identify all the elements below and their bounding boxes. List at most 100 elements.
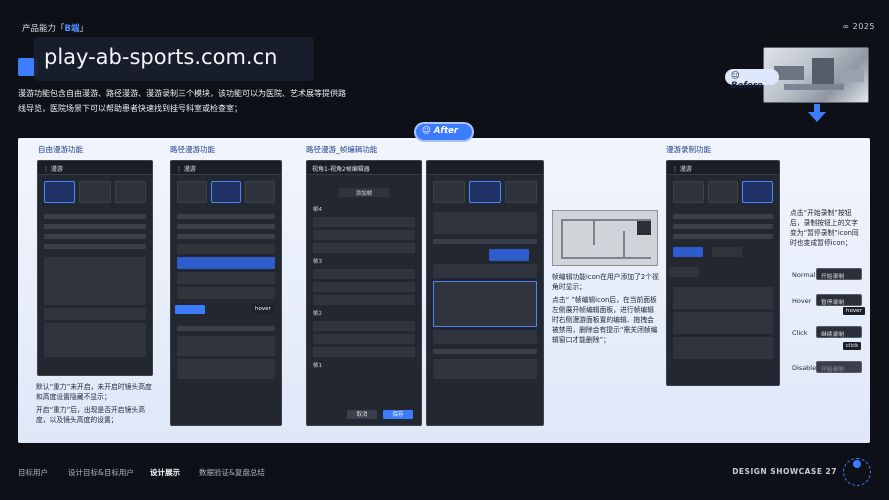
settings-row (44, 244, 146, 249)
stop-record-button[interactable] (712, 247, 743, 257)
record-item[interactable] (673, 337, 773, 359)
editor-actions: 取消 保存 (347, 410, 413, 419)
record-item[interactable] (673, 312, 773, 334)
record-button-click[interactable]: 继续录制 (816, 326, 862, 338)
section-label-prefix: 产品能力「 (22, 24, 65, 34)
tab-roam-record[interactable] (114, 181, 146, 203)
coord-x[interactable] (313, 269, 415, 279)
section-label: 产品能力「B端」 (22, 22, 88, 34)
coord-x[interactable] (313, 217, 415, 227)
settings-row (44, 214, 146, 219)
frame-editor-header: 视角1-视角2帧编辑器 (307, 161, 421, 175)
record-button-hover[interactable]: 暂停录制 (816, 294, 862, 306)
state-label-hover: Hover (792, 297, 812, 305)
coord-y[interactable] (313, 230, 415, 240)
coord-y[interactable] (313, 282, 415, 292)
view-item[interactable] (433, 330, 537, 344)
state-label-disable: Disable (792, 364, 817, 372)
record-panel-title: 漫游 (679, 166, 692, 173)
path-list-row (177, 326, 275, 331)
brand-logo: ∞ 2025 (842, 22, 875, 31)
state-label-normal: Normal (792, 271, 816, 279)
add-view-button[interactable] (175, 305, 205, 314)
keyboard-guide (44, 257, 146, 305)
settings-row (673, 234, 773, 239)
tab-roam-record[interactable] (245, 181, 275, 203)
import-record-button[interactable] (669, 267, 699, 277)
add-frame-button[interactable]: 添加帧 (339, 188, 389, 197)
path-roam-panel: ⋮ 漫游 (170, 160, 282, 426)
brand-year: 2025 (852, 22, 875, 31)
frame-editor-panel: 视角1-视角2帧编辑器 添加帧 帧4 帧3 帧2 帧1 取消 保存 (306, 160, 422, 426)
path-input[interactable] (177, 244, 275, 254)
hover-tooltip: hover (252, 305, 274, 313)
path-item[interactable] (177, 336, 275, 356)
hover-tooltip: hover (843, 307, 865, 315)
start-record-button[interactable] (673, 247, 703, 257)
tab-free-roam[interactable] (177, 181, 207, 203)
settings-row (44, 224, 146, 229)
path-roam-panel-header (427, 161, 543, 175)
path-roam-title: 路径漫游功能 (170, 145, 215, 154)
before-label: Before (731, 81, 763, 91)
view-item-selected[interactable] (177, 257, 275, 269)
map-preview (552, 210, 658, 266)
footer-tab[interactable]: 设计目标&目标用户 (68, 467, 134, 478)
add-frame-row: 添加帧 (307, 180, 421, 200)
free-roam-panel-header: ⋮ 漫游 (38, 161, 152, 175)
view-item[interactable] (177, 287, 275, 299)
path-roam-panel-header: ⋮ 漫游 (171, 161, 281, 175)
free-roam-panel-title: 漫游 (50, 166, 63, 173)
footer-tab-active[interactable]: 设计展示 (150, 467, 180, 478)
settings-row (44, 234, 146, 239)
after-label: After (433, 126, 459, 136)
settings-row (433, 239, 537, 244)
settings-row (177, 234, 275, 239)
record-button-disabled: 开始录制 (816, 361, 862, 373)
before-badge: ☺ Before (725, 69, 779, 91)
state-label-click: Click (792, 329, 808, 337)
tab-free-roam[interactable] (673, 181, 704, 203)
record-panel-header: ⋮ 漫游 (667, 161, 779, 175)
path-roam-panel-title: 漫游 (183, 166, 196, 173)
coord-x[interactable] (313, 321, 415, 331)
frame-note: 帧编辑功能icon在用户添加了2个视角时显示； (552, 273, 659, 291)
footer-tab[interactable]: 数据验证&复盘总结 (199, 467, 265, 478)
roam-mode-tabs (38, 175, 152, 209)
view-item[interactable] (177, 272, 275, 284)
frame-edit-notes: 帧编辑功能icon在用户添加了2个视角时显示； 点击“ ”帧编辑icon后，在当… (552, 272, 660, 348)
frame-label: 帧4 (313, 207, 322, 213)
view-item-expanded[interactable] (433, 281, 537, 327)
save-button[interactable]: 保存 (383, 410, 413, 419)
cancel-button[interactable]: 取消 (347, 410, 377, 419)
record-button-normal[interactable]: 开始录制 (816, 268, 862, 280)
free-roam-title: 自由漫游功能 (38, 145, 83, 154)
path-list-row (433, 349, 537, 354)
add-view-button[interactable] (489, 249, 529, 261)
free-roam-panel: ⋮ 漫游 (37, 160, 153, 376)
tab-path-roam[interactable] (707, 181, 739, 203)
tab-path-roam[interactable] (211, 181, 241, 203)
tab-roam-record[interactable] (742, 181, 774, 203)
view-item[interactable] (433, 264, 537, 278)
coord-z[interactable] (313, 243, 415, 253)
coord-z[interactable] (313, 347, 415, 357)
down-arrow-icon (808, 112, 826, 122)
footer-tab[interactable]: 目标用户 (18, 467, 48, 478)
frame-note: 点击“ ”帧编辑icon后，在当前面板左侧展开帧编辑面板，进行帧编辑时右侧漫游面… (552, 296, 658, 344)
coord-z[interactable] (313, 295, 415, 305)
tab-path-roam[interactable] (79, 181, 111, 203)
settings-row (673, 224, 773, 229)
path-item[interactable] (433, 359, 537, 379)
record-title: 漫游录制功能 (666, 145, 711, 154)
info-tip (433, 212, 537, 234)
record-item[interactable] (673, 287, 773, 309)
coord-y[interactable] (313, 334, 415, 344)
tab-free-roam[interactable] (44, 181, 76, 203)
tab-path-roam[interactable] (469, 181, 501, 203)
intro-description: 漫游功能包含自由漫游、路径漫游、漫游录制三个模块，该功能可以为医院、艺术展等提供… (18, 89, 346, 113)
tab-roam-record[interactable] (505, 181, 537, 203)
path-item[interactable] (177, 359, 275, 379)
path-roam-panel-editing (426, 160, 544, 426)
tab-free-roam[interactable] (433, 181, 465, 203)
